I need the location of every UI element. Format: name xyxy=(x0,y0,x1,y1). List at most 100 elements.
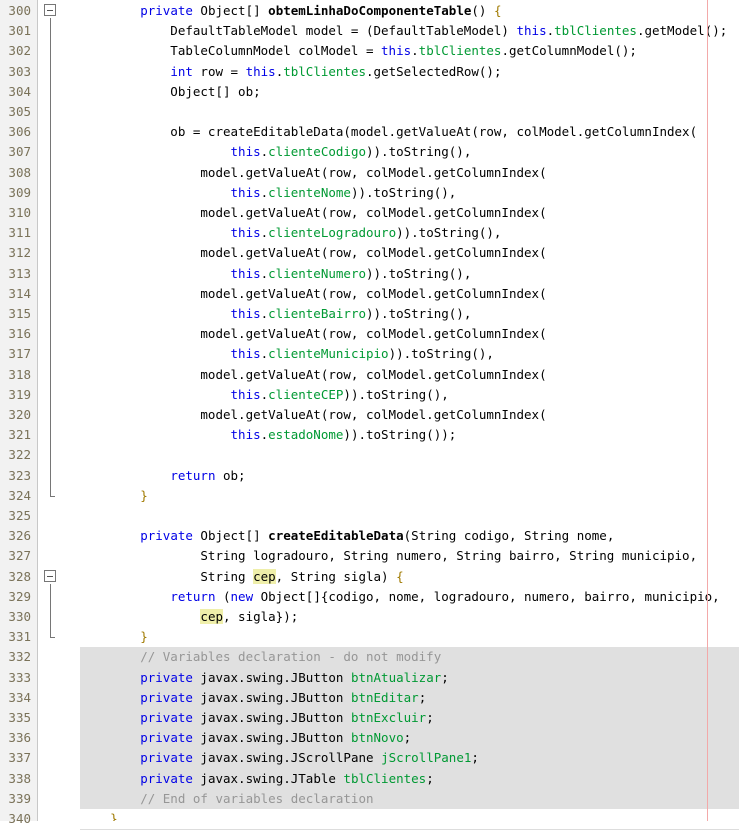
line-number: 319 xyxy=(8,386,31,402)
keyword-token: return xyxy=(170,467,216,483)
field-token: tblClientes xyxy=(418,43,502,59)
code-token: ; xyxy=(426,710,434,725)
code-line[interactable]: this.estadoNome)).toString()); xyxy=(80,425,457,445)
code-line[interactable]: DefaultTableModel model = (DefaultTableM… xyxy=(80,21,727,41)
line-number: 330 xyxy=(8,609,31,624)
field-token: tblClientes xyxy=(283,63,367,79)
code-line[interactable]: model.getValueAt(row, colModel.getColumn… xyxy=(80,365,546,385)
keyword-token: this xyxy=(230,346,261,362)
fold-toggle-icon[interactable] xyxy=(44,4,56,16)
code-line[interactable]: int row = this.tblClientes.getSelectedRo… xyxy=(80,62,501,82)
line-number: 326 xyxy=(8,528,31,544)
keyword-token: private xyxy=(140,730,193,746)
code-token: .getModel(); xyxy=(636,23,728,39)
fold-toggle-icon[interactable] xyxy=(44,569,56,582)
code-line[interactable]: this.clienteBairro)).toString(), xyxy=(80,304,472,324)
code-token: .getColumnModel(); xyxy=(501,43,637,59)
code-token: Object[]{codigo, nome, logradouro, numer… xyxy=(253,588,720,604)
line-number: 307 xyxy=(8,144,31,160)
code-token: ob = createEditableData(model.getValueAt… xyxy=(80,124,698,140)
code-line[interactable]: } xyxy=(80,486,148,506)
code-line[interactable]: model.getValueAt(row, colModel.getColumn… xyxy=(80,284,546,304)
code-line[interactable]: // End of variables declaration xyxy=(80,789,374,809)
code-line[interactable]: this.clienteCodigo)).toString(), xyxy=(80,142,472,162)
code-line[interactable]: return (new Object[]{codigo, nome, logra… xyxy=(80,587,720,607)
code-token: )).toString(), xyxy=(366,306,472,321)
keyword-token: this xyxy=(230,386,261,402)
code-token: javax.swing.JButton xyxy=(192,669,351,685)
line-number: 331 xyxy=(8,629,31,645)
code-line[interactable]: model.getValueAt(row, colModel.getColumn… xyxy=(80,324,546,344)
code-line[interactable]: private javax.swing.JTable tblClientes; xyxy=(80,769,434,789)
keyword-token: private xyxy=(140,750,193,766)
line-number: 311 xyxy=(8,225,31,241)
code-line[interactable]: this.clienteNumero)).toString(), xyxy=(80,264,472,284)
keyword-token: new xyxy=(230,588,254,604)
code-line[interactable]: private Object[] obtemLinhaDoComponenteT… xyxy=(80,1,501,21)
line-number: 306 xyxy=(8,124,31,140)
code-token: model.getValueAt(row, colModel.getColumn… xyxy=(80,205,547,220)
code-line[interactable]: model.getValueAt(row, colModel.getColumn… xyxy=(80,243,546,263)
code-text-area[interactable]: private Object[] obtemLinhaDoComponenteT… xyxy=(80,0,739,821)
code-token: . xyxy=(411,43,419,59)
code-line[interactable]: ob = createEditableData(model.getValueAt… xyxy=(80,122,697,142)
code-token: row = xyxy=(192,63,246,79)
keyword-token: private xyxy=(140,669,193,685)
keyword-token: private xyxy=(140,770,193,786)
code-line[interactable]: private javax.swing.JButton btnEditar; xyxy=(80,688,426,708)
code-line[interactable]: this.clienteNome)).toString(), xyxy=(80,183,457,203)
code-line[interactable]: this.clienteMunicipio)).toString(), xyxy=(80,344,494,364)
code-line[interactable]: private javax.swing.JScrollPane jScrollP… xyxy=(80,748,479,768)
keyword-token: this xyxy=(381,43,412,59)
code-line[interactable]: this.clienteCEP)).toString(), xyxy=(80,385,449,405)
code-line[interactable]: String cep, String sigla) { xyxy=(80,567,404,587)
code-line[interactable]: return ob; xyxy=(80,466,245,486)
code-token: javax.swing.JButton xyxy=(192,689,351,705)
code-fold-gutter[interactable] xyxy=(39,0,80,821)
line-number: 332 xyxy=(8,649,31,665)
line-number: 320 xyxy=(8,407,31,422)
code-token: javax.swing.JScrollPane xyxy=(192,750,382,766)
comment-token: // End of variables declaration xyxy=(80,790,374,806)
code-line[interactable]: } xyxy=(80,627,148,647)
code-line[interactable]: private javax.swing.JButton btnNovo; xyxy=(80,728,411,748)
code-line[interactable]: private javax.swing.JButton btnExcluir; xyxy=(80,708,434,728)
line-number: 300 xyxy=(8,3,31,18)
line-number: 309 xyxy=(8,184,31,200)
code-line[interactable]: model.getValueAt(row, colModel.getColumn… xyxy=(80,203,547,223)
method-name-token: createEditableData xyxy=(268,528,404,544)
code-line[interactable]: // Variables declaration - do not modify xyxy=(80,647,441,667)
field-token: btnAtualizar xyxy=(350,669,442,685)
code-line[interactable]: } xyxy=(80,809,118,821)
fold-end-marker xyxy=(50,637,55,639)
code-line[interactable]: model.getValueAt(row, colModel.getColumn… xyxy=(80,163,546,183)
code-line[interactable]: this.clienteLogradouro)).toString(), xyxy=(80,223,502,243)
code-token: () xyxy=(471,3,494,18)
field-token: estadoNome xyxy=(268,427,344,443)
fold-end-marker xyxy=(50,495,55,497)
fold-span-line xyxy=(50,583,51,638)
code-editor-pane[interactable]: 300 301 302 303 304 305 306 307 308 309 310 311 312 3… xyxy=(0,0,739,830)
keyword-token: private xyxy=(140,710,193,725)
code-line[interactable]: TableColumnModel colModel = this.tblClie… xyxy=(80,41,637,61)
brace-token: } xyxy=(110,811,118,821)
keyword-token: int xyxy=(170,63,193,79)
code-line[interactable]: private javax.swing.JButton btnAtualizar… xyxy=(80,668,449,688)
code-line[interactable]: private Object[] createEditableData(Stri… xyxy=(80,526,614,546)
field-token: clienteLogradouro xyxy=(268,225,397,241)
brace-token: { xyxy=(493,3,502,18)
highlighted-token: cep xyxy=(253,568,276,584)
code-token: )).toString()); xyxy=(343,427,457,443)
code-line[interactable]: Object[] ob; xyxy=(80,82,260,102)
code-line[interactable]: cep, sigla}); xyxy=(80,607,298,627)
code-line[interactable]: model.getValueAt(row, colModel.getColumn… xyxy=(80,405,546,425)
code-line[interactable]: String logradouro, String numero, String… xyxy=(80,546,697,566)
